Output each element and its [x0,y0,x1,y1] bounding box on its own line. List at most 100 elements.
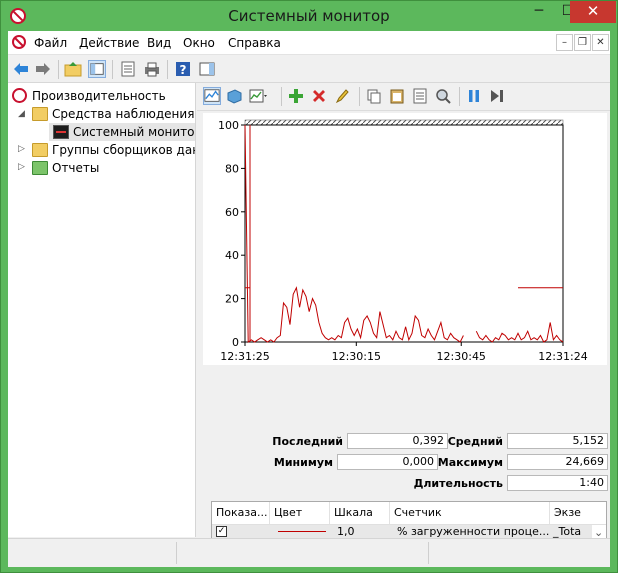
view-histogram-icon[interactable] [225,87,243,105]
status-divider [428,542,429,564]
close-button[interactable]: ✕ [570,1,616,23]
toolbar-separator [459,87,460,106]
x-tick-label: 12:31:25 [220,350,269,363]
mmc-doc-icon[interactable] [12,35,26,49]
up-folder-icon[interactable] [64,60,82,78]
view-graph-icon[interactable] [203,87,221,105]
tree-item-label: Средства наблюдения [52,107,195,121]
action-pane-icon[interactable] [198,60,216,78]
y-tick-label: 60 [225,206,239,219]
toolbar-separator [112,60,113,79]
column-header-color[interactable]: Цвет [270,502,330,524]
folder-icon [32,107,48,121]
properties-icon[interactable] [411,87,429,105]
y-tick-label: 20 [225,293,239,306]
show-checkbox[interactable]: ✓ [216,526,227,537]
column-header-counter[interactable]: Счетчик [390,502,550,524]
tree-item-reports[interactable]: ▷ Отчеты [18,159,195,177]
counter-cell: % загруженности проце... [397,525,550,538]
stat-average-value: 5,152 [507,433,608,449]
menu-action[interactable]: Действие [79,36,139,50]
properties-icon[interactable] [119,60,137,78]
show-hide-tree-icon[interactable] [88,60,106,78]
status-divider [176,542,177,564]
mdi-restore-button[interactable]: ❐ [574,34,591,51]
system-monitor-icon [53,125,69,139]
line-chart: 100 80 60 40 20 012:31:25 12:30:15 12:30:45 12:3… [218,119,588,363]
svg-text:?: ? [180,63,187,77]
highlight-icon[interactable] [333,87,351,105]
stat-minimum-label: Минимум [273,456,333,469]
minimize-button[interactable]: ─ [525,1,553,23]
console-tree: Производительность ◢ Средства наблюдения… [8,83,196,537]
toolbar-separator [359,87,360,106]
pause-icon[interactable] [465,87,483,105]
monitor-pane: 100 80 60 40 20 0 12:31:25 12:30:15 12:30:45 12:3… [197,83,610,543]
reports-folder-icon [32,161,48,175]
x-tick-label: 12:30:45 [437,350,486,363]
tree-item-monitoring-tools[interactable]: ◢ Средства наблюдения [18,105,195,123]
folder-icon [32,143,48,157]
tree-item-label: Системный монитор [73,125,196,139]
menu-window[interactable]: Окно [183,36,215,50]
client-area: Файл Действие Вид Окно Справка – ❐ ✕ ? П… [8,31,610,567]
zoom-icon[interactable] [434,87,452,105]
forward-icon[interactable] [34,60,52,78]
stat-minimum-value: 0,000 [337,454,438,470]
add-counter-icon[interactable] [287,87,305,105]
update-data-icon[interactable] [488,87,506,105]
x-tick-label: 12:31:24 [538,350,587,363]
x-tick-label: 12:30:15 [332,350,381,363]
plot-frame [244,124,564,343]
menu-help[interactable]: Справка [228,36,281,50]
performance-icon [12,88,27,103]
expander-expanded-icon[interactable]: ◢ [18,110,27,119]
main-toolbar: ? [8,56,610,83]
toolbar-separator [281,87,282,106]
expander-collapsed-icon[interactable]: ▷ [18,163,27,172]
tree-item-label: Группы сборщиков данн [52,143,196,157]
paste-counter-list-icon[interactable] [388,87,406,105]
menu-file[interactable]: Файл [34,36,67,50]
title-bar[interactable]: Системный монитор ─ ☐ ✕ [1,1,617,31]
tree-item-data-collector-sets[interactable]: ▷ Группы сборщиков данн [18,141,196,159]
stat-duration-label: Длительность [413,477,503,490]
copy-properties-icon[interactable] [365,87,383,105]
stat-maximum-label: Максимум [437,456,503,469]
scale-cell: 1,0 [337,525,355,538]
delete-counter-icon[interactable] [310,87,328,105]
table-row[interactable]: ✓ 1,0 % загруженности проце... _Tota [212,525,592,539]
stat-duration-value: 1:40 [507,475,608,491]
stat-maximum-value: 24,669 [507,454,608,470]
counter-list[interactable]: Показа... Цвет Шкала Счетчик Экзе ✓ 1,0 … [211,501,607,543]
mdi-minimize-button[interactable]: – [556,34,573,51]
y-tick-label: 40 [225,249,239,262]
column-header-instance[interactable]: Экзе [550,502,592,524]
tree-item-label: Отчеты [52,161,100,175]
stat-average-label: Средний [447,435,503,448]
y-tick-label: 0 [232,336,239,349]
instance-cell: _Tota [553,525,582,538]
status-bar [8,538,610,567]
performance-graph[interactable]: 100 80 60 40 20 0 12:31:25 12:30:15 12:30:45 12:3… [203,113,607,365]
menu-view[interactable]: Вид [147,36,171,50]
scale-overflow-band [244,119,564,126]
color-swatch [274,525,330,539]
tree-item-system-monitor[interactable]: Системный монитор [49,123,196,141]
stat-last-label: Последний [272,435,343,448]
app-window: Системный монитор ─ ☐ ✕ Файл Действие Ви… [0,0,618,573]
y-tick-label: 80 [225,162,239,175]
toolbar-separator [167,60,168,79]
change-graph-type-icon[interactable] [249,87,267,105]
tree-item-label: Производительность [32,89,166,103]
back-icon[interactable] [12,60,30,78]
print-icon[interactable] [143,60,161,78]
column-header-show[interactable]: Показа... [212,502,270,524]
mdi-close-button[interactable]: ✕ [592,34,609,51]
expander-collapsed-icon[interactable]: ▷ [18,145,27,154]
stat-last-value: 0,392 [347,433,448,449]
help-icon[interactable]: ? [174,60,192,78]
y-tick-label: 100 [218,119,239,132]
monitor-toolbar [197,83,610,111]
column-header-scale[interactable]: Шкала [330,502,390,524]
